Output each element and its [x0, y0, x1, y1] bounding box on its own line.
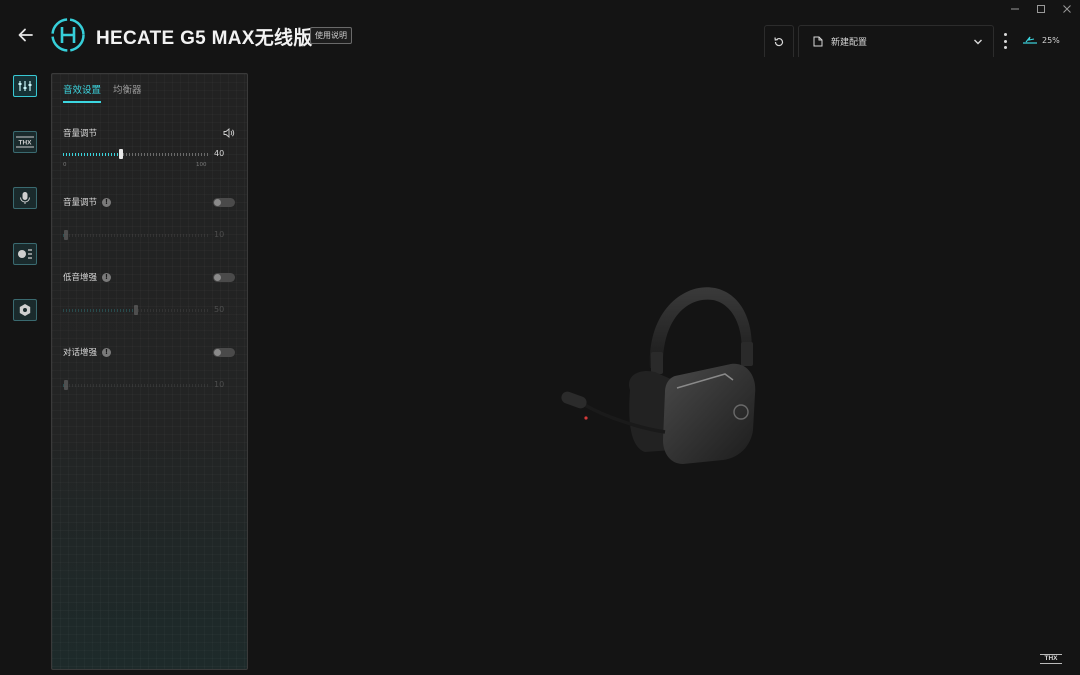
setting-volume-adjust: 音量调节 ! 10 [63, 195, 235, 243]
lighting-icon [18, 249, 32, 259]
microphone-icon [20, 192, 30, 204]
nav-equalizer[interactable] [13, 75, 37, 97]
close-icon[interactable] [1060, 2, 1074, 16]
info-icon[interactable]: ! [102, 272, 112, 282]
nav-microphone[interactable] [13, 187, 37, 209]
slider-thumb [63, 230, 68, 240]
slider-value: 40 [214, 149, 225, 158]
reset-button[interactable] [764, 25, 794, 57]
config-name: 新建配置 [831, 38, 868, 48]
manual-button[interactable]: 使用说明 [310, 27, 352, 44]
slider-value: 10 [214, 380, 225, 389]
setting-slider: 10 [63, 229, 235, 243]
headset-image [561, 287, 756, 464]
setting-bass-boost: 低音增强 ! 50 [63, 270, 235, 318]
brand-logo [50, 17, 86, 53]
slider-thumb[interactable] [119, 149, 124, 159]
audio-settings-panel: 音效设置 均衡器 音量调节 40 0 100 音量调节 ! 10 低音增强 ! … [51, 73, 248, 670]
file-icon [813, 36, 823, 47]
settings-icon [19, 304, 31, 316]
dot [1003, 33, 1007, 36]
volume-slider[interactable]: 40 [63, 148, 235, 162]
headset-preview [555, 280, 775, 470]
slider-min: 0 [63, 162, 67, 168]
setting-toggle[interactable] [213, 197, 235, 207]
back-button[interactable] [16, 25, 36, 45]
dot [1003, 46, 1007, 49]
setting-label: 音量调节 [63, 129, 98, 139]
slider-track [63, 234, 209, 237]
slider-track [63, 384, 209, 387]
setting-toggle[interactable] [213, 272, 235, 282]
slider-max: 100 [196, 162, 207, 168]
app-title: HECATE G5 MAX无线版 [96, 28, 313, 49]
slider-thumb [63, 380, 68, 390]
setting-label: 音量调节 [63, 198, 98, 208]
setting-toggle[interactable] [213, 347, 235, 357]
nav-thx[interactable]: THX [13, 131, 37, 153]
setting-label: 低音增强 [63, 273, 98, 283]
setting-slider: 10 [63, 379, 235, 393]
slider-thumb [134, 305, 138, 315]
refresh-icon [774, 36, 784, 46]
slider-value: 10 [214, 230, 225, 239]
config-select[interactable]: 新建配置 [798, 25, 994, 57]
dot [1003, 39, 1007, 43]
thx-logo: THX [1040, 654, 1062, 664]
setting-slider: 50 [63, 304, 235, 318]
setting-dialogue-boost: 对话增强 ! 10 [63, 345, 235, 393]
nav-settings[interactable] [13, 299, 37, 321]
equalizer-icon [18, 81, 32, 91]
more-options-button[interactable] [1000, 33, 1010, 49]
slider-fill [63, 309, 136, 312]
slider-value: 50 [214, 305, 225, 314]
info-icon[interactable]: ! [102, 197, 112, 207]
maximize-icon[interactable] [1034, 2, 1048, 16]
minimize-icon[interactable] [1008, 2, 1022, 16]
panel-tabs: 音效设置 均衡器 [63, 82, 142, 103]
setting-volume: 音量调节 40 0 100 [63, 126, 235, 172]
info-icon[interactable]: ! [102, 347, 112, 357]
window-controls [1008, 2, 1074, 16]
speaker-icon[interactable] [223, 128, 235, 138]
side-rail: THX [13, 75, 39, 355]
arrow-left-icon [18, 28, 33, 42]
setting-label: 对话增强 [63, 348, 98, 358]
battery-percentage: 25% [1042, 35, 1060, 45]
tab-sound-settings[interactable]: 音效设置 [63, 82, 102, 103]
slider-range: 0 100 [63, 162, 235, 172]
svg-text:THX: THX [19, 140, 33, 147]
nav-lighting[interactable] [13, 243, 37, 265]
headset-battery-icon [1023, 36, 1037, 44]
tab-equalizer[interactable]: 均衡器 [113, 82, 142, 103]
slider-fill [63, 153, 122, 156]
thx-icon: THX [16, 136, 34, 148]
chevron-down-icon [974, 39, 982, 44]
battery-indicator: 25% [1022, 35, 1060, 45]
